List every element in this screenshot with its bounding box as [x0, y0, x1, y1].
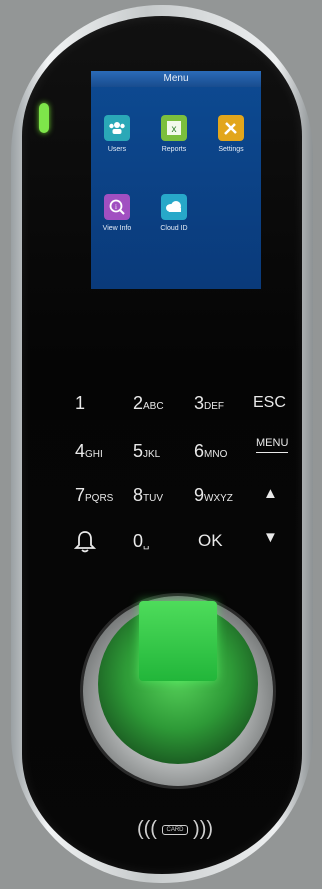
card-label: CARD: [162, 824, 188, 835]
key-7[interactable]: 7PQRS: [75, 486, 113, 504]
menu-item-cloud-id[interactable]: Cloud ID: [149, 194, 199, 232]
menu-item-settings[interactable]: Settings: [206, 115, 256, 153]
svg-text:x: x: [172, 124, 177, 135]
fingerprint-scanner[interactable]: [139, 601, 217, 681]
users-icon: [104, 115, 130, 141]
esc-key[interactable]: ESC: [253, 395, 286, 411]
down-arrow-key[interactable]: ▼: [263, 530, 278, 545]
menu-key[interactable]: MENU: [256, 438, 289, 453]
screen-title: Menu: [91, 71, 261, 87]
key-1[interactable]: 1: [75, 394, 85, 412]
card-reader-indicator: ((( CARD ))): [136, 818, 214, 840]
menu-item-users[interactable]: Users: [92, 115, 142, 153]
svg-text:i: i: [115, 203, 117, 211]
key-3[interactable]: 3DEF: [194, 394, 224, 412]
key-6[interactable]: 6MNO: [194, 442, 227, 460]
key-2[interactable]: 2ABC: [133, 394, 164, 412]
menu-label-view-info: View Info: [102, 225, 132, 232]
key-9[interactable]: 9WXYZ: [194, 486, 233, 504]
cloud-icon: [161, 194, 187, 220]
menu-label-cloud-id: Cloud ID: [160, 225, 188, 232]
ok-key[interactable]: OK: [198, 532, 223, 549]
key-0[interactable]: 0␣: [133, 532, 149, 550]
menu-item-view-info[interactable]: i View Info: [92, 194, 142, 232]
key-4[interactable]: 4GHI: [75, 442, 103, 460]
tools-icon: [218, 115, 244, 141]
magnify-info-icon: i: [104, 194, 130, 220]
bell-key[interactable]: [73, 530, 97, 557]
status-led: [39, 103, 49, 133]
menu-item-reports[interactable]: x Reports: [149, 115, 199, 153]
excel-icon: x: [161, 115, 187, 141]
menu-label-users: Users: [107, 146, 127, 153]
up-arrow-key[interactable]: ▲: [263, 486, 278, 501]
menu-label-settings: Settings: [218, 146, 244, 153]
key-5[interactable]: 5JKL: [133, 442, 160, 460]
display-screen: Menu Users x Reports Settings i View Inf…: [91, 71, 261, 289]
bell-icon: [73, 531, 97, 553]
key-8[interactable]: 8TUV: [133, 486, 163, 504]
menu-label-reports: Reports: [161, 146, 187, 153]
menu-key-underline: [256, 452, 289, 453]
